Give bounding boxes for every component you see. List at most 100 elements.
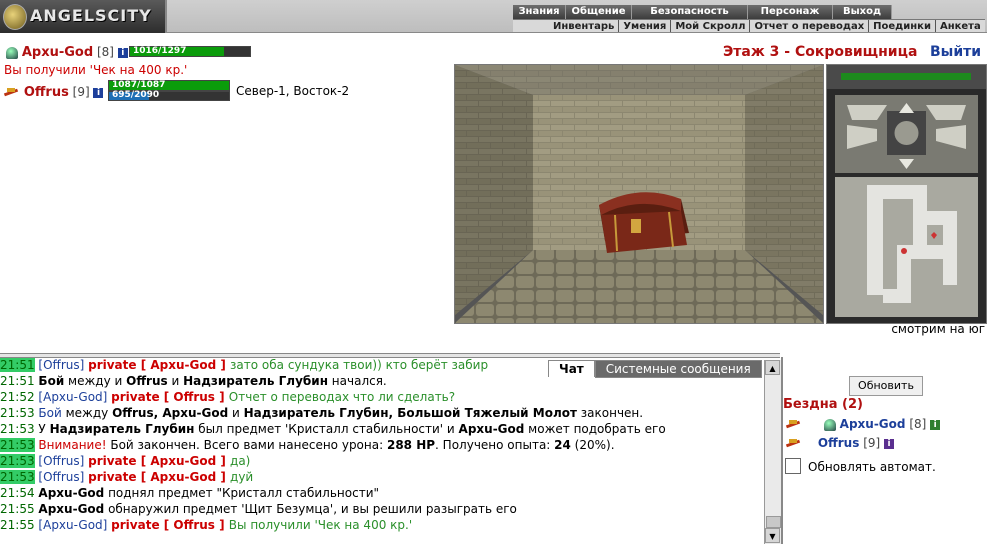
member-level: [8]: [909, 417, 927, 431]
chat-segment[interactable]: private [ Offrus ]: [111, 518, 229, 532]
member-info-icon[interactable]: i: [884, 438, 895, 449]
companion-name[interactable]: Offrus: [24, 85, 69, 100]
chat-segment: Бой закончен. Всего вами нанесено урона:: [106, 438, 387, 452]
treasure-chest-icon[interactable]: [599, 192, 689, 253]
tab-chat[interactable]: Чат: [548, 360, 595, 377]
companion-level: [9]: [72, 85, 90, 99]
chat-tabs: Чат Системные сообщения: [548, 360, 762, 378]
chat-segment: Надзиратель Глубин, Большой Тяжелый Моло…: [243, 406, 577, 420]
chat-line: 21:53 Внимание! Бой закончен. Всего вами…: [0, 437, 764, 453]
chat-segment: 24: [554, 438, 571, 452]
chat-segment: Архu-God: [38, 486, 105, 500]
direction-pad[interactable]: [835, 95, 978, 173]
chat-segment[interactable]: private [ Архu-God ]: [88, 358, 230, 372]
chat-segment[interactable]: private [ Архu-God ]: [88, 454, 230, 468]
chat-segment: Offrus, Архu-God: [112, 406, 229, 420]
chat-line: 21:54 Архu-God поднял предмет "Кристалл …: [0, 485, 764, 501]
auto-refresh-label: Обновлять автомат.: [808, 460, 936, 474]
chat-time: 21:54: [0, 486, 35, 500]
companion-row: Offrus [9] i: [4, 84, 104, 100]
chat-segment: Архu-God: [458, 422, 525, 436]
member-info-icon[interactable]: i: [930, 419, 941, 430]
chat-segment[interactable]: [Архu-God]: [38, 390, 111, 404]
helmet-icon: [6, 46, 18, 59]
player-level: [8]: [96, 45, 114, 59]
companion-mp-bar: 695/2090: [108, 91, 230, 101]
chat-segment[interactable]: [Offrus]: [38, 454, 88, 468]
navigation-graphic: [827, 65, 986, 317]
alignment-icon: [786, 438, 802, 449]
chat-line: 21:52 [Архu-God] private [ Offrus ] Отче…: [0, 389, 764, 405]
player-hp-bar: 1016/1297: [129, 46, 251, 57]
chat-segment[interactable]: [Offrus]: [38, 470, 88, 484]
chat-segment: зато оба сундука твои)) кто берёт забир: [230, 358, 489, 372]
chat-line: 21:55 [Архu-God] private [ Offrus ] Вы п…: [0, 517, 764, 533]
chat-time: 21:53: [0, 422, 35, 436]
chat-segment[interactable]: private [ Offrus ]: [111, 390, 229, 404]
logo-emblem-icon: [3, 4, 27, 30]
chat-segment: закончен.: [576, 406, 644, 420]
chat-segment: Архu-God: [38, 502, 105, 516]
chat-time: 21:51: [0, 374, 35, 388]
chat-segment: Надзиратель Глубин: [183, 374, 328, 388]
coordinates: Север-1, Восток-2: [236, 84, 350, 98]
refresh-button[interactable]: Обновить: [849, 376, 923, 396]
chat-log[interactable]: 21:51 [Offrus] private [ Архu-God ] зато…: [0, 357, 764, 544]
game-logo[interactable]: ANGELSCITY: [0, 0, 167, 33]
chat-segment: был предмет 'Кристалл стабильности' и: [194, 422, 459, 436]
tab-system-messages[interactable]: Системные сообщения: [594, 360, 762, 378]
chat-segment: Вы получили 'Чек на 400 кр.': [228, 518, 413, 532]
player-marker-icon: [901, 248, 907, 254]
chat-segment: начался.: [327, 374, 387, 388]
chat-segment: да): [230, 454, 251, 468]
alignment-icon: [786, 419, 802, 430]
chat-segment: 288 HP: [386, 438, 436, 452]
menu-security[interactable]: Безопасность: [632, 5, 748, 19]
player-info-icon[interactable]: i: [117, 47, 128, 58]
room-member: Архu-God [8] i: [786, 416, 941, 432]
chat-scrollbar[interactable]: ▲ ▼: [764, 360, 781, 544]
exit-link[interactable]: Выйти: [930, 44, 981, 60]
menu-exit[interactable]: Выход: [833, 5, 892, 19]
player-name[interactable]: Архu-God: [22, 45, 93, 60]
chat-segment: и: [228, 406, 244, 420]
minimap[interactable]: [835, 177, 978, 317]
navigation-panel: [826, 64, 987, 324]
scroll-down-icon[interactable]: ▼: [765, 528, 780, 543]
chat-time: 21:53: [0, 454, 35, 468]
chat-time: 21:55: [0, 502, 35, 516]
location-title: Этаж 3 - Сокровищница: [723, 44, 918, 60]
member-level: [9]: [863, 436, 881, 450]
chat-segment: между: [61, 406, 113, 420]
chat-segment: дуй: [230, 470, 254, 484]
chat-segment[interactable]: [Offrus]: [38, 358, 88, 372]
chat-time: 21:55: [0, 518, 35, 532]
auto-refresh-checkbox[interactable]: [785, 458, 801, 474]
dungeon-view[interactable]: [454, 64, 824, 324]
member-name[interactable]: Offrus: [818, 436, 860, 450]
menu-knowledge[interactable]: Знания: [513, 5, 566, 19]
chat-segment: Бой: [38, 374, 65, 388]
menu-communication[interactable]: Общение: [566, 5, 632, 19]
sub-menu: Инвентарь Умения Мой Скролл Отчет о пере…: [513, 19, 985, 33]
scroll-up-icon[interactable]: ▲: [765, 360, 780, 375]
room-member: Offrus [9] i: [786, 435, 895, 451]
companion-info-icon[interactable]: i: [93, 87, 104, 98]
menu-character[interactable]: Персонаж: [748, 5, 833, 19]
chat-segment: между и: [64, 374, 127, 388]
chat-line: 21:53 [Offrus] private [ Архu-God ] дуй: [0, 469, 764, 485]
chat-segment: может подобрать его: [524, 422, 666, 436]
logo-text: ANGELSCITY: [30, 6, 152, 25]
scroll-thumb[interactable]: [766, 516, 781, 528]
chat-line: 21:55 Архu-God обнаружил предмет 'Щит Бе…: [0, 501, 764, 517]
chat-segment: обнаружил предмет 'Щит Безумца', и вы ре…: [104, 502, 517, 516]
main-menu: Знания Общение Безопасность Персонаж Вых…: [513, 5, 892, 19]
chat-segment: Отчет о переводах что ли сделать?: [228, 390, 456, 404]
companion-mp-text: 695/2090: [112, 90, 160, 100]
chat-segment[interactable]: [Архu-God]: [38, 518, 111, 532]
member-name[interactable]: Архu-God: [840, 417, 906, 431]
chat-line: 21:53 [Offrus] private [ Архu-God ] да): [0, 453, 764, 469]
chat-segment: У: [38, 422, 50, 436]
chat-segment[interactable]: private [ Архu-God ]: [88, 470, 230, 484]
chat-segment: и: [167, 374, 184, 388]
